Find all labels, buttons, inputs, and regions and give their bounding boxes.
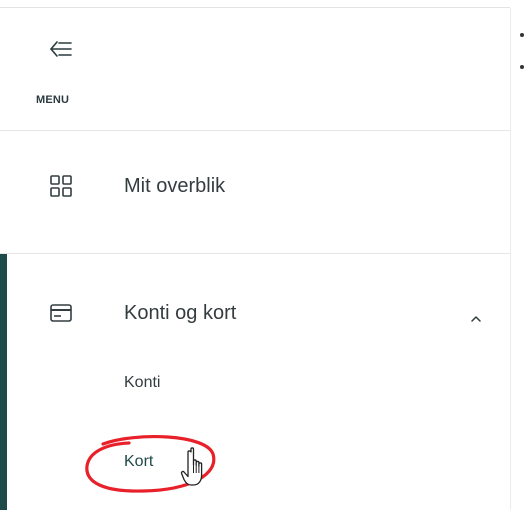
menu-toggle-button[interactable]: MENU [36,34,86,110]
menu-label: MENU [36,94,70,106]
hand-cursor-icon [180,447,203,486]
nav-item-mit-overblik[interactable]: Mit overblik [0,131,510,253]
nav-item-konti-og-kort[interactable]: Konti og kort [0,254,510,364]
credit-card-icon [50,304,72,327]
chevron-up-icon[interactable] [471,309,481,327]
edge-dot [520,33,524,37]
arrow-left-lines-icon [50,41,72,57]
edge-dot [520,65,524,69]
sub-item-konti[interactable]: Konti [124,374,160,392]
right-cropped-content [510,8,527,510]
nav-item-label: Konti og kort [124,302,237,324]
nav-item-label: Mit overblik [124,175,226,197]
dashboard-grid-icon [50,175,72,202]
